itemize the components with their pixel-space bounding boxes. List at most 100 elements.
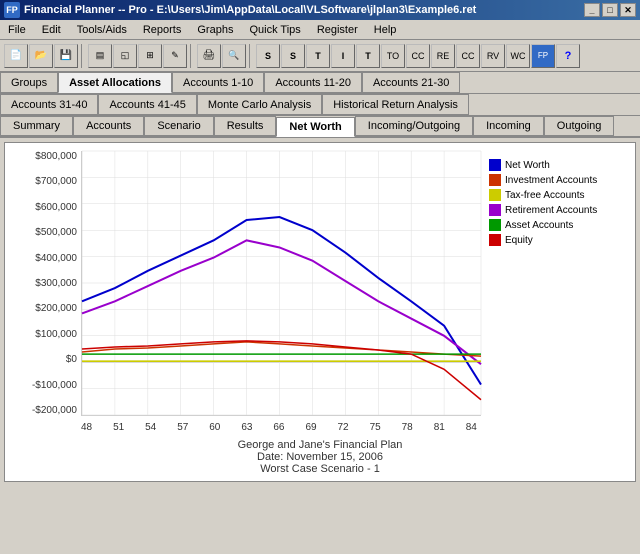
tb-b1[interactable]: ▤ (88, 44, 112, 68)
tb-c8[interactable]: RE (431, 44, 455, 68)
x-label-75: 75 (370, 422, 381, 433)
tb-c1[interactable]: S (256, 44, 280, 68)
y-label-neg200k: -$200,000 (32, 405, 77, 416)
y-label-300k: $300,000 (35, 278, 77, 289)
nav-accounts-31-40[interactable]: Accounts 31-40 (0, 94, 98, 115)
x-label-63: 63 (241, 422, 252, 433)
nav-accounts-41-45[interactable]: Accounts 41-45 (98, 94, 196, 115)
legend-color-net-worth (489, 159, 501, 171)
tb-new[interactable]: 📄 (4, 44, 28, 68)
menu-help[interactable]: Help (370, 23, 401, 37)
menu-register[interactable]: Register (313, 23, 362, 37)
titlebar: FP Financial Planner -- Pro - E:\Users\J… (0, 0, 640, 20)
legend-label-asset: Asset Accounts (505, 220, 573, 231)
x-label-51: 51 (113, 422, 124, 433)
maximize-button[interactable]: □ (602, 3, 618, 17)
tb-fp[interactable]: FP (531, 44, 555, 68)
y-label-600k: $600,000 (35, 202, 77, 213)
chart-svg (82, 151, 481, 415)
legend-color-investment (489, 174, 501, 186)
tab-accounts[interactable]: Accounts (73, 116, 144, 136)
minimize-button[interactable]: _ (584, 3, 600, 17)
tb-c5[interactable]: T (356, 44, 380, 68)
tab-row: Summary Accounts Scenario Results Net Wo… (0, 116, 640, 138)
menu-reports[interactable]: Reports (139, 23, 186, 37)
tb-sep3 (249, 44, 253, 68)
tab-scenario[interactable]: Scenario (144, 116, 213, 136)
tb-b4[interactable]: ✎ (163, 44, 187, 68)
x-label-66: 66 (273, 422, 284, 433)
chart-main (81, 151, 481, 416)
y-label-0: $0 (66, 354, 77, 365)
tb-c10[interactable]: RV (481, 44, 505, 68)
titlebar-left: FP Financial Planner -- Pro - E:\Users\J… (4, 2, 476, 18)
legend-asset: Asset Accounts (489, 219, 623, 231)
tb-c7[interactable]: CC (406, 44, 430, 68)
legend-color-asset (489, 219, 501, 231)
nav-accounts-11-20[interactable]: Accounts 11-20 (264, 72, 362, 93)
nav-accounts-21-30[interactable]: Accounts 21-30 (362, 72, 460, 93)
tb-print[interactable]: 🖨 (197, 44, 221, 68)
tab-results[interactable]: Results (214, 116, 277, 136)
legend: Net Worth Investment Accounts Tax-free A… (481, 151, 631, 416)
tb-c2[interactable]: S (281, 44, 305, 68)
chart-caption: George and Jane's Financial Plan Date: N… (5, 435, 635, 481)
tab-summary[interactable]: Summary (0, 116, 73, 136)
tb-b2[interactable]: ◱ (113, 44, 137, 68)
nav-groups[interactable]: Groups (0, 72, 58, 93)
tb-open[interactable]: 📂 (29, 44, 53, 68)
y-axis: $800,000 $700,000 $600,000 $500,000 $400… (9, 151, 81, 416)
y-label-neg100k: -$100,000 (32, 380, 77, 391)
tb-c6[interactable]: TO (381, 44, 405, 68)
legend-label-retirement: Retirement Accounts (505, 205, 597, 216)
tb-c11[interactable]: WC (506, 44, 530, 68)
legend-investment: Investment Accounts (489, 174, 623, 186)
menu-quicktips[interactable]: Quick Tips (245, 23, 304, 37)
x-label-81: 81 (434, 422, 445, 433)
nav-accounts-1-10[interactable]: Accounts 1-10 (172, 72, 264, 93)
toolbar: 📄 📂 💾 ▤ ◱ ⊞ ✎ 🖨 🔍 S S T I T TO CC RE CC … (0, 40, 640, 72)
chart-area: $800,000 $700,000 $600,000 $500,000 $400… (4, 142, 636, 482)
tb-help[interactable]: ? (556, 44, 580, 68)
tab-net-worth[interactable]: Net Worth (276, 117, 354, 137)
nav-historical-return[interactable]: Historical Return Analysis (322, 94, 469, 115)
tb-preview[interactable]: 🔍 (222, 44, 246, 68)
legend-color-retirement (489, 204, 501, 216)
y-label-200k: $200,000 (35, 303, 77, 314)
y-label-100k: $100,000 (35, 329, 77, 340)
menu-tools[interactable]: Tools/Aids (73, 23, 131, 37)
legend-taxfree: Tax-free Accounts (489, 189, 623, 201)
close-button[interactable]: ✕ (620, 3, 636, 17)
tb-save[interactable]: 💾 (54, 44, 78, 68)
x-label-84: 84 (466, 422, 477, 433)
tab-incoming[interactable]: Incoming (473, 116, 544, 136)
nav-asset-allocations[interactable]: Asset Allocations (58, 72, 172, 93)
tb-sep2 (190, 44, 194, 68)
menu-edit[interactable]: Edit (38, 23, 65, 37)
menubar: File Edit Tools/Aids Reports Graphs Quic… (0, 20, 640, 40)
tb-c4[interactable]: I (331, 44, 355, 68)
legend-equity: Equity (489, 234, 623, 246)
menu-graphs[interactable]: Graphs (193, 23, 237, 37)
legend-label-investment: Investment Accounts (505, 175, 597, 186)
legend-label-net-worth: Net Worth (505, 160, 550, 171)
tab-incoming-outgoing[interactable]: Incoming/Outgoing (355, 116, 473, 136)
y-label-500k: $500,000 (35, 227, 77, 238)
legend-label-taxfree: Tax-free Accounts (505, 190, 584, 201)
tb-b3[interactable]: ⊞ (138, 44, 162, 68)
legend-color-equity (489, 234, 501, 246)
title-text: Financial Planner -- Pro - E:\Users\Jim\… (24, 4, 476, 16)
caption-line3: Worst Case Scenario - 1 (5, 463, 635, 475)
x-label-54: 54 (145, 422, 156, 433)
y-label-800k: $800,000 (35, 151, 77, 162)
tb-c9[interactable]: CC (456, 44, 480, 68)
titlebar-controls: _ □ ✕ (584, 3, 636, 17)
legend-net-worth: Net Worth (489, 159, 623, 171)
nav-monte-carlo[interactable]: Monte Carlo Analysis (197, 94, 322, 115)
legend-label-equity: Equity (505, 235, 533, 246)
y-label-400k: $400,000 (35, 253, 77, 264)
tb-c3[interactable]: T (306, 44, 330, 68)
tab-outgoing[interactable]: Outgoing (544, 116, 615, 136)
nav-row1: Groups Asset Allocations Accounts 1-10 A… (0, 72, 640, 94)
menu-file[interactable]: File (4, 23, 30, 37)
